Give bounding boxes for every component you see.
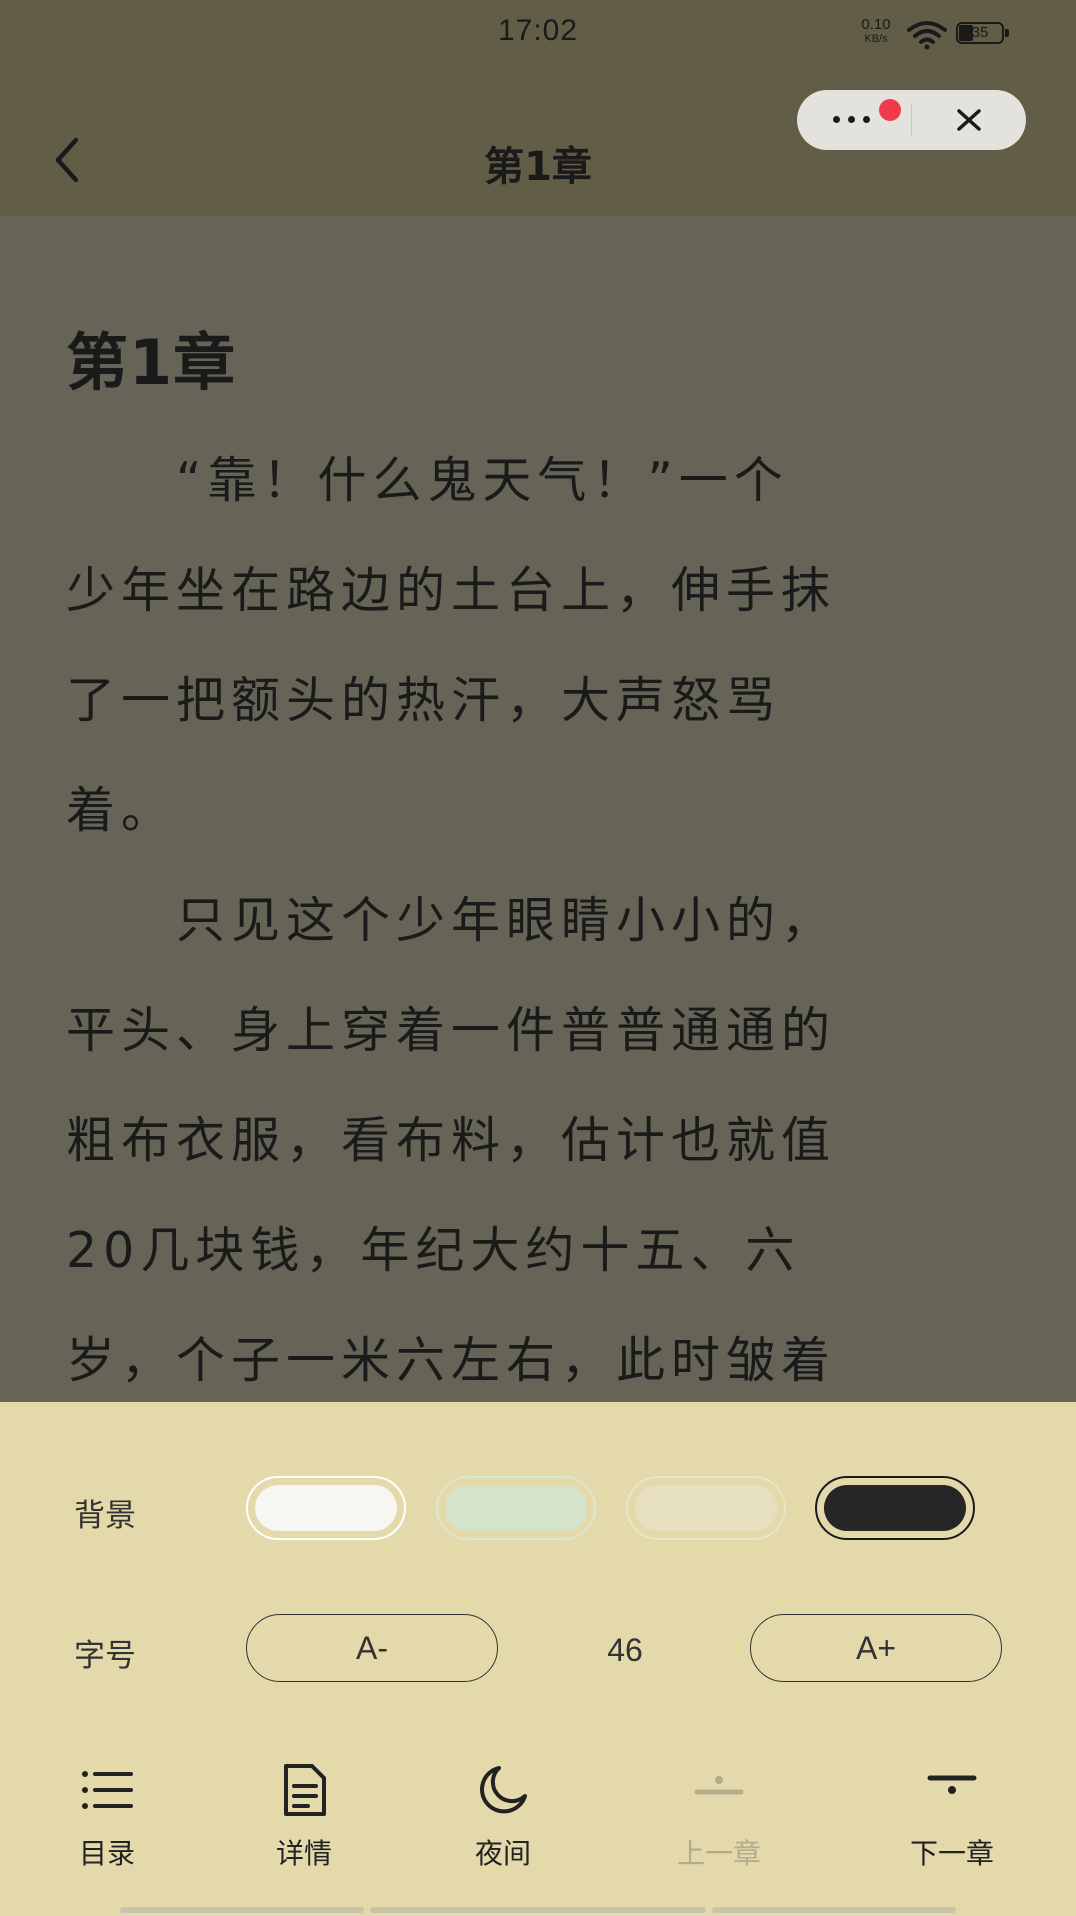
text-line: 着。 <box>66 782 177 839</box>
list-icon <box>82 1771 133 1809</box>
toolbar-next-chapter-label: 下一章 <box>909 1837 994 1870</box>
text-line: 粗布衣服，看布料，估计也就值 <box>66 1112 837 1169</box>
text-line: 只见这个少年眼睛小小的， <box>66 892 837 949</box>
toolbar-next-chapter-button[interactable]: 下一章 <box>872 1742 1032 1882</box>
battery-icon: 35 <box>956 22 1010 46</box>
decrease-font-button[interactable]: A- <box>246 1614 498 1682</box>
text-line: “靠！什么鬼天气！”一个 <box>66 452 789 509</box>
status-bar: 17:02 0.10 KB/s 35 <box>0 0 1076 68</box>
text-line: 岁，个子一米六左右，此时皱着 <box>66 1332 837 1389</box>
close-icon <box>957 109 981 131</box>
chapter-text: “靠！什么鬼天气！”一个 少年坐在路边的土台上，伸手抹 了一把额头的热汗，大声怒… <box>66 426 990 1402</box>
background-swatch-green <box>445 1485 587 1531</box>
text-line: 平头、身上穿着一件普普通通的 <box>66 1002 837 1059</box>
next-chapter-icon <box>927 1775 977 1794</box>
background-label: 背景 <box>74 1498 136 1534</box>
network-speed-unit: KB/s <box>864 33 888 45</box>
toolbar-night-label: 夜间 <box>474 1837 531 1870</box>
home-indicator-segment <box>370 1907 706 1913</box>
background-swatch-beige <box>635 1485 777 1531</box>
toolbar-previous-chapter-label: 上一章 <box>676 1837 761 1870</box>
background-option-green[interactable] <box>436 1476 596 1540</box>
notification-dot <box>879 99 901 121</box>
reading-settings-panel: 背景 字号 A- 46 A+ 目录 详情 夜间 上一章 下一章 <box>0 1402 1076 1916</box>
previous-chapter-icon <box>694 1776 744 1795</box>
background-option-white[interactable] <box>246 1476 406 1540</box>
home-indicator-segment <box>120 1907 364 1913</box>
text-line: 了一把额头的热汗，大声怒骂 <box>66 672 782 729</box>
background-swatch-black <box>824 1485 966 1531</box>
close-button[interactable] <box>912 90 1026 150</box>
navigation-bar: 第1章 <box>0 68 1076 217</box>
font-size-label: 字号 <box>74 1638 136 1674</box>
wifi-icon <box>907 21 947 50</box>
background-option-beige[interactable] <box>626 1476 786 1540</box>
background-swatch-white <box>255 1485 397 1531</box>
reader-screen: 17:02 0.10 KB/s 35 第1章 第1章 “靠！什么鬼天气！”一个 … <box>0 0 1076 1916</box>
battery-tip <box>1005 29 1009 37</box>
toolbar-night-button[interactable]: 夜间 <box>423 1742 583 1882</box>
toolbar-previous-chapter-button[interactable]: 上一章 <box>639 1742 799 1882</box>
toolbar-details-button[interactable]: 详情 <box>224 1742 384 1882</box>
increase-font-button[interactable]: A+ <box>750 1614 1002 1682</box>
toolbar-catalog-label: 目录 <box>78 1837 135 1870</box>
text-line: 少年坐在路边的土台上，伸手抹 <box>66 562 837 619</box>
text-line: 20几块钱，年纪大约十五、六 <box>66 1222 801 1279</box>
more-dots-icon <box>833 116 873 124</box>
font-size-value: 46 <box>607 1632 643 1668</box>
toolbar-catalog-button[interactable]: 目录 <box>27 1742 187 1882</box>
network-speed-value: 0.10 <box>861 16 891 33</box>
battery-level: 35 <box>971 24 989 41</box>
document-icon <box>284 1764 326 1816</box>
background-option-black[interactable] <box>815 1476 975 1540</box>
mini-program-capsule <box>797 90 1026 150</box>
moon-icon <box>480 1766 527 1814</box>
network-speed: 0.10 KB/s <box>856 16 896 46</box>
toolbar-details-label: 详情 <box>275 1837 332 1870</box>
more-button[interactable] <box>797 90 911 150</box>
reading-content[interactable]: 第1章 “靠！什么鬼天气！”一个 少年坐在路边的土台上，伸手抹 了一把额头的热汗… <box>0 216 1076 1402</box>
home-indicator-segment <box>712 1907 956 1913</box>
chapter-heading: 第1章 <box>66 326 237 399</box>
